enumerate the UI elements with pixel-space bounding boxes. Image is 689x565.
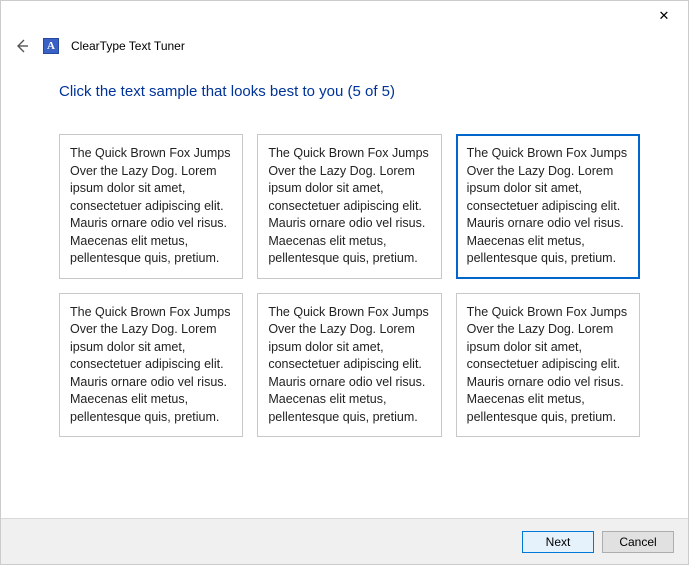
text-sample-1[interactable]: The Quick Brown Fox Jumps Over the Lazy …: [59, 134, 243, 279]
instruction-heading: Click the text sample that looks best to…: [59, 83, 640, 100]
close-icon: ✕: [659, 8, 670, 24]
text-sample-3[interactable]: The Quick Brown Fox Jumps Over the Lazy …: [456, 134, 640, 279]
sample-text: The Quick Brown Fox Jumps Over the Lazy …: [467, 305, 627, 424]
text-sample-5[interactable]: The Quick Brown Fox Jumps Over the Lazy …: [257, 293, 441, 438]
app-icon-letter: A: [47, 40, 55, 52]
text-sample-2[interactable]: The Quick Brown Fox Jumps Over the Lazy …: [257, 134, 441, 279]
window-title: ClearType Text Tuner: [71, 39, 185, 53]
close-button[interactable]: ✕: [644, 2, 684, 30]
next-button[interactable]: Next: [522, 531, 594, 553]
back-button[interactable]: [13, 37, 31, 55]
text-sample-6[interactable]: The Quick Brown Fox Jumps Over the Lazy …: [456, 293, 640, 438]
title-bar: ✕: [1, 1, 688, 31]
sample-text: The Quick Brown Fox Jumps Over the Lazy …: [268, 146, 428, 265]
footer: Next Cancel: [1, 518, 688, 564]
text-sample-4[interactable]: The Quick Brown Fox Jumps Over the Lazy …: [59, 293, 243, 438]
header: A ClearType Text Tuner: [1, 31, 688, 55]
content-area: Click the text sample that looks best to…: [1, 55, 688, 437]
sample-text: The Quick Brown Fox Jumps Over the Lazy …: [467, 146, 627, 265]
app-icon: A: [43, 38, 59, 54]
sample-text: The Quick Brown Fox Jumps Over the Lazy …: [268, 305, 428, 424]
sample-text: The Quick Brown Fox Jumps Over the Lazy …: [70, 146, 230, 265]
back-arrow-icon: [14, 38, 30, 54]
sample-grid: The Quick Brown Fox Jumps Over the Lazy …: [59, 134, 640, 437]
cancel-button[interactable]: Cancel: [602, 531, 674, 553]
sample-text: The Quick Brown Fox Jumps Over the Lazy …: [70, 305, 230, 424]
